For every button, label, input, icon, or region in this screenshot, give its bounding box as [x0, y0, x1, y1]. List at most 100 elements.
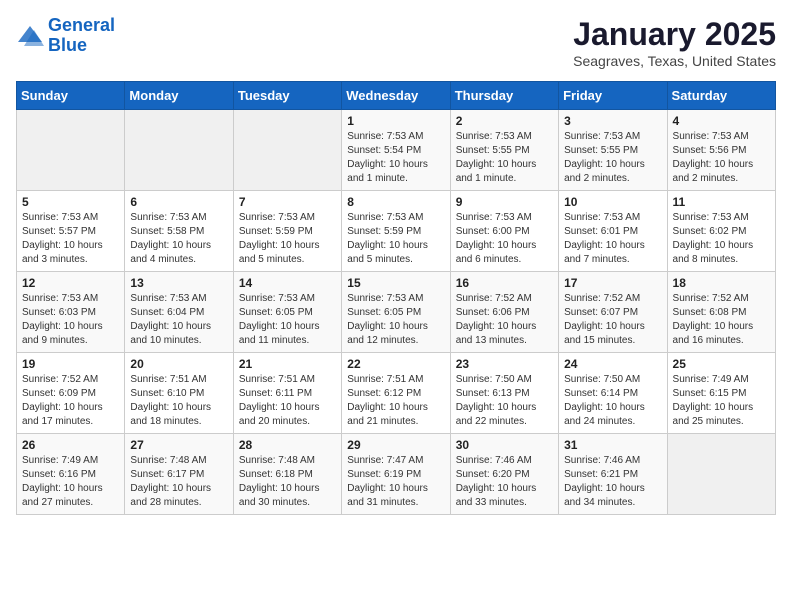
day-number: 17 [564, 276, 661, 290]
calendar-cell: 31 Sunrise: 7:46 AM Sunset: 6:21 PM Dayli… [559, 434, 667, 515]
calendar-cell: 22 Sunrise: 7:51 AM Sunset: 6:12 PM Dayli… [342, 353, 450, 434]
day-number: 30 [456, 438, 553, 452]
calendar-cell: 19Sunrise: 7:52 AM Sunset: 6:09 PM Dayli… [17, 353, 125, 434]
day-info: Sunrise: 7:53 AM Sunset: 5:55 PM Dayligh… [564, 130, 661, 186]
day-number: 15 [347, 276, 444, 290]
day-info: Sunrise: 7:46 AM Sunset: 6:21 PM Dayligh… [564, 454, 661, 510]
weekday-header: Thursday [450, 82, 558, 110]
calendar-cell: 24 Sunrise: 7:50 AM Sunset: 6:14 PM Dayli… [559, 353, 667, 434]
calendar-cell: 8 Sunrise: 7:53 AM Sunset: 5:59 PM Daylig… [342, 191, 450, 272]
day-info: Sunrise: 7:50 AM Sunset: 6:13 PM Dayligh… [456, 373, 553, 429]
day-number: 1 [347, 114, 444, 128]
day-number: 14 [239, 276, 336, 290]
day-info: Sunrise: 7:53 AM Sunset: 6:02 PM Dayligh… [673, 211, 770, 267]
calendar-title: January 2025 [573, 16, 776, 53]
calendar-cell: 12Sunrise: 7:53 AM Sunset: 6:03 PM Dayli… [17, 272, 125, 353]
day-info: Sunrise: 7:53 AM Sunset: 6:05 PM Dayligh… [347, 292, 444, 348]
day-number: 28 [239, 438, 336, 452]
day-number: 22 [347, 357, 444, 371]
weekday-header: Monday [125, 82, 233, 110]
day-info: Sunrise: 7:49 AM Sunset: 6:16 PM Dayligh… [22, 454, 119, 510]
day-info: Sunrise: 7:53 AM Sunset: 5:59 PM Dayligh… [347, 211, 444, 267]
day-info: Sunrise: 7:53 AM Sunset: 5:55 PM Dayligh… [456, 130, 553, 186]
day-info: Sunrise: 7:51 AM Sunset: 6:10 PM Dayligh… [130, 373, 227, 429]
weekday-header: Saturday [667, 82, 775, 110]
calendar-subtitle: Seagraves, Texas, United States [573, 53, 776, 69]
weekday-header: Sunday [17, 82, 125, 110]
day-info: Sunrise: 7:53 AM Sunset: 5:54 PM Dayligh… [347, 130, 444, 186]
calendar-cell: 30 Sunrise: 7:46 AM Sunset: 6:20 PM Dayli… [450, 434, 558, 515]
day-number: 31 [564, 438, 661, 452]
calendar-cell: 28 Sunrise: 7:48 AM Sunset: 6:18 PM Dayli… [233, 434, 341, 515]
day-number: 24 [564, 357, 661, 371]
weekday-header-row: SundayMondayTuesdayWednesdayThursdayFrid… [17, 82, 776, 110]
day-info: Sunrise: 7:53 AM Sunset: 6:00 PM Dayligh… [456, 211, 553, 267]
day-number: 3 [564, 114, 661, 128]
calendar-cell: 5Sunrise: 7:53 AM Sunset: 5:57 PM Daylig… [17, 191, 125, 272]
day-number: 26 [22, 438, 119, 452]
day-info: Sunrise: 7:53 AM Sunset: 6:04 PM Dayligh… [130, 292, 227, 348]
calendar-cell: 10 Sunrise: 7:53 AM Sunset: 6:01 PM Dayli… [559, 191, 667, 272]
day-number: 27 [130, 438, 227, 452]
day-info: Sunrise: 7:52 AM Sunset: 6:08 PM Dayligh… [673, 292, 770, 348]
day-number: 9 [456, 195, 553, 209]
calendar-cell: 18 Sunrise: 7:52 AM Sunset: 6:08 PM Dayli… [667, 272, 775, 353]
day-number: 11 [673, 195, 770, 209]
calendar-cell: 21Sunrise: 7:51 AM Sunset: 6:11 PM Dayli… [233, 353, 341, 434]
calendar-cell: 11 Sunrise: 7:53 AM Sunset: 6:02 PM Dayli… [667, 191, 775, 272]
calendar-week-row: 5Sunrise: 7:53 AM Sunset: 5:57 PM Daylig… [17, 191, 776, 272]
day-info: Sunrise: 7:52 AM Sunset: 6:07 PM Dayligh… [564, 292, 661, 348]
calendar-cell: 23Sunrise: 7:50 AM Sunset: 6:13 PM Dayli… [450, 353, 558, 434]
calendar-cell: 15 Sunrise: 7:53 AM Sunset: 6:05 PM Dayli… [342, 272, 450, 353]
day-info: Sunrise: 7:53 AM Sunset: 6:01 PM Dayligh… [564, 211, 661, 267]
day-info: Sunrise: 7:47 AM Sunset: 6:19 PM Dayligh… [347, 454, 444, 510]
day-number: 10 [564, 195, 661, 209]
calendar-cell: 3 Sunrise: 7:53 AM Sunset: 5:55 PM Daylig… [559, 110, 667, 191]
calendar-cell [667, 434, 775, 515]
calendar-cell: 9 Sunrise: 7:53 AM Sunset: 6:00 PM Daylig… [450, 191, 558, 272]
weekday-header: Wednesday [342, 82, 450, 110]
calendar-cell: 7 Sunrise: 7:53 AM Sunset: 5:59 PM Daylig… [233, 191, 341, 272]
day-number: 7 [239, 195, 336, 209]
calendar-cell: 26 Sunrise: 7:49 AM Sunset: 6:16 PM Dayli… [17, 434, 125, 515]
logo-icon [16, 22, 44, 50]
day-number: 25 [673, 357, 770, 371]
day-number: 29 [347, 438, 444, 452]
day-info: Sunrise: 7:48 AM Sunset: 6:18 PM Dayligh… [239, 454, 336, 510]
calendar-cell: 27 Sunrise: 7:48 AM Sunset: 6:17 PM Dayli… [125, 434, 233, 515]
calendar-week-row: 26 Sunrise: 7:49 AM Sunset: 6:16 PM Dayli… [17, 434, 776, 515]
calendar-cell [233, 110, 341, 191]
day-number: 8 [347, 195, 444, 209]
calendar-cell: 6 Sunrise: 7:53 AM Sunset: 5:58 PM Daylig… [125, 191, 233, 272]
calendar-cell: 14 Sunrise: 7:53 AM Sunset: 6:05 PM Dayli… [233, 272, 341, 353]
day-number: 2 [456, 114, 553, 128]
calendar-cell: 2 Sunrise: 7:53 AM Sunset: 5:55 PM Daylig… [450, 110, 558, 191]
day-number: 16 [456, 276, 553, 290]
calendar-cell: 29 Sunrise: 7:47 AM Sunset: 6:19 PM Dayli… [342, 434, 450, 515]
calendar-table: SundayMondayTuesdayWednesdayThursdayFrid… [16, 81, 776, 515]
day-info: Sunrise: 7:46 AM Sunset: 6:20 PM Dayligh… [456, 454, 553, 510]
calendar-cell: 13Sunrise: 7:53 AM Sunset: 6:04 PM Dayli… [125, 272, 233, 353]
day-info: Sunrise: 7:50 AM Sunset: 6:14 PM Dayligh… [564, 373, 661, 429]
calendar-cell [17, 110, 125, 191]
day-info: Sunrise: 7:53 AM Sunset: 5:57 PM Dayligh… [22, 211, 119, 267]
page-header: General Blue January 2025 Seagraves, Tex… [16, 16, 776, 69]
day-number: 18 [673, 276, 770, 290]
logo-text: General Blue [48, 16, 115, 56]
weekday-header: Tuesday [233, 82, 341, 110]
day-info: Sunrise: 7:48 AM Sunset: 6:17 PM Dayligh… [130, 454, 227, 510]
day-number: 6 [130, 195, 227, 209]
title-block: January 2025 Seagraves, Texas, United St… [573, 16, 776, 69]
day-number: 19 [22, 357, 119, 371]
day-info: Sunrise: 7:53 AM Sunset: 5:58 PM Dayligh… [130, 211, 227, 267]
calendar-cell: 17 Sunrise: 7:52 AM Sunset: 6:07 PM Dayli… [559, 272, 667, 353]
calendar-week-row: 1 Sunrise: 7:53 AM Sunset: 5:54 PM Daylig… [17, 110, 776, 191]
day-number: 4 [673, 114, 770, 128]
calendar-cell [125, 110, 233, 191]
day-info: Sunrise: 7:51 AM Sunset: 6:12 PM Dayligh… [347, 373, 444, 429]
day-info: Sunrise: 7:53 AM Sunset: 6:05 PM Dayligh… [239, 292, 336, 348]
day-info: Sunrise: 7:53 AM Sunset: 5:59 PM Dayligh… [239, 211, 336, 267]
day-info: Sunrise: 7:49 AM Sunset: 6:15 PM Dayligh… [673, 373, 770, 429]
calendar-cell: 25 Sunrise: 7:49 AM Sunset: 6:15 PM Dayli… [667, 353, 775, 434]
calendar-cell: 16Sunrise: 7:52 AM Sunset: 6:06 PM Dayli… [450, 272, 558, 353]
